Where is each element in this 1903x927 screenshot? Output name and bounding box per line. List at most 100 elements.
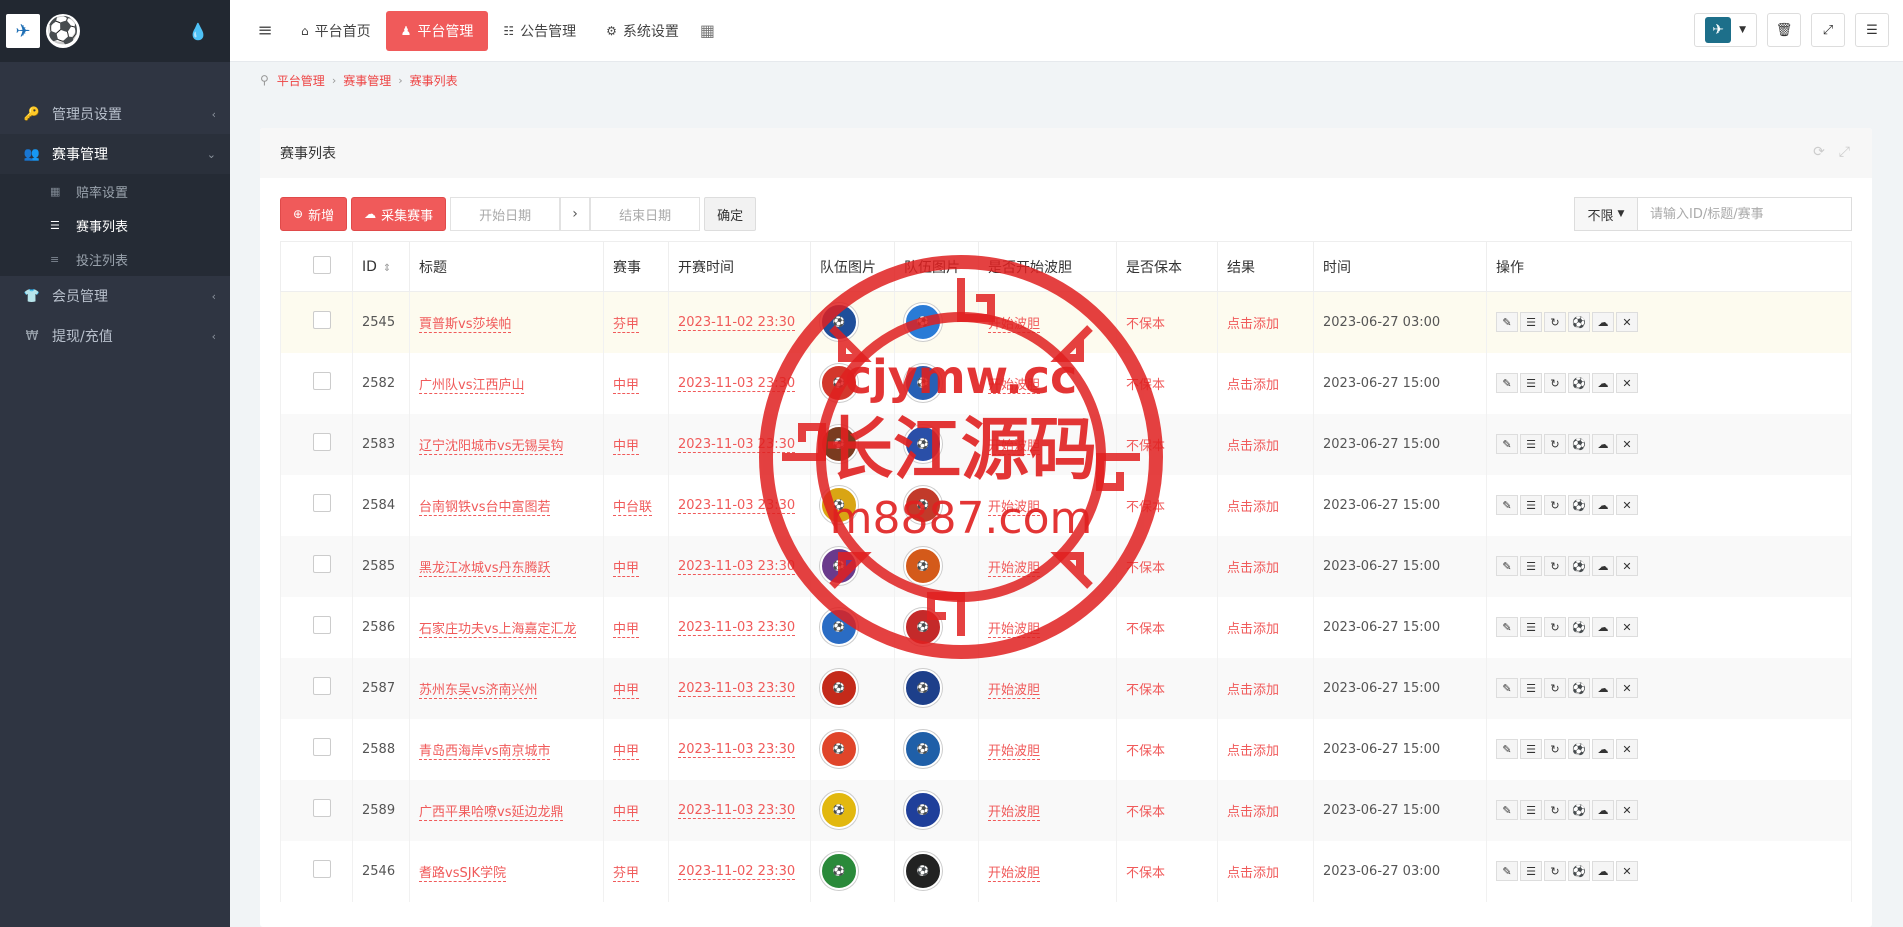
upload-button[interactable]: ☁: [1592, 861, 1614, 881]
details-button[interactable]: ☰: [1520, 495, 1542, 515]
row-checkbox[interactable]: [313, 555, 331, 573]
sidebar-item-withdraw-recharge[interactable]: ₩ 提现/充值 ‹: [0, 316, 230, 356]
user-menu-button[interactable]: ✈ ▼: [1694, 13, 1757, 47]
details-button[interactable]: ☰: [1520, 617, 1542, 637]
home-team-badge-icon[interactable]: ⚽: [820, 364, 858, 402]
upload-button[interactable]: ☁: [1592, 495, 1614, 515]
start-time-link[interactable]: 2023-11-02 23:30: [678, 863, 796, 880]
edit-button[interactable]: ✎: [1496, 434, 1518, 454]
league-link[interactable]: 中甲: [613, 377, 640, 394]
start-bodan-link[interactable]: 开始波胆: [988, 865, 1041, 882]
refresh-button[interactable]: ↻: [1544, 739, 1566, 759]
add-result-link[interactable]: 点击添加: [1227, 744, 1279, 759]
confirm-button[interactable]: 确定: [704, 197, 757, 231]
upload-button[interactable]: ☁: [1592, 434, 1614, 454]
breadcrumb-item[interactable]: 赛事列表: [410, 72, 458, 89]
odds-button[interactable]: ⚽: [1568, 556, 1590, 576]
match-title-link[interactable]: 广西平果哈嘹vs延边龙鼎: [419, 804, 564, 821]
add-result-link[interactable]: 点击添加: [1227, 317, 1279, 332]
refresh-button[interactable]: ↻: [1544, 556, 1566, 576]
away-team-badge-icon[interactable]: ⚽: [904, 791, 942, 829]
details-button[interactable]: ☰: [1520, 556, 1542, 576]
logo-icon[interactable]: ✈: [6, 14, 40, 48]
add-result-link[interactable]: 点击添加: [1227, 439, 1279, 454]
start-time-link[interactable]: 2023-11-03 23:30: [678, 619, 796, 636]
match-title-link[interactable]: 石家庄功夫vs上海嘉定汇龙: [419, 621, 577, 638]
details-button[interactable]: ☰: [1520, 861, 1542, 881]
league-link[interactable]: 中甲: [613, 743, 640, 760]
delete-button[interactable]: ✕: [1616, 739, 1638, 759]
details-button[interactable]: ☰: [1520, 678, 1542, 698]
refresh-button[interactable]: ↻: [1544, 800, 1566, 820]
sidebar-item-member-management[interactable]: 👕 会员管理 ‹: [0, 276, 230, 316]
start-date-input[interactable]: 开始日期: [450, 197, 561, 231]
sidebar-subitem-odds-settings[interactable]: ▦ 赔率设置: [0, 174, 230, 208]
match-title-link[interactable]: 广州队vs江西庐山: [419, 377, 525, 394]
details-button[interactable]: ☰: [1520, 800, 1542, 820]
match-title-link[interactable]: 黑龙江冰城vs丹东腾跃: [419, 560, 551, 577]
edit-button[interactable]: ✎: [1496, 800, 1518, 820]
delete-button[interactable]: ✕: [1616, 434, 1638, 454]
odds-button[interactable]: ⚽: [1568, 800, 1590, 820]
league-link[interactable]: 芬甲: [613, 865, 640, 882]
add-result-link[interactable]: 点击添加: [1227, 683, 1279, 698]
edit-button[interactable]: ✎: [1496, 678, 1518, 698]
start-time-link[interactable]: 2023-11-03 23:30: [678, 741, 796, 758]
odds-button[interactable]: ⚽: [1568, 739, 1590, 759]
filter-select[interactable]: 不限 ▼: [1574, 197, 1638, 231]
edit-button[interactable]: ✎: [1496, 373, 1518, 393]
edit-button[interactable]: ✎: [1496, 312, 1518, 333]
refresh-button[interactable]: ↻: [1544, 373, 1566, 393]
maximize-icon[interactable]: ⤢: [1839, 144, 1850, 160]
edit-button[interactable]: ✎: [1496, 739, 1518, 759]
end-date-input[interactable]: 结束日期: [590, 197, 701, 231]
column-header-id[interactable]: ID ⇕: [352, 241, 410, 292]
upload-button[interactable]: ☁: [1592, 739, 1614, 759]
upload-button[interactable]: ☁: [1592, 373, 1614, 393]
away-team-badge-icon[interactable]: ⚽: [904, 486, 942, 524]
details-button[interactable]: ☰: [1520, 373, 1542, 393]
start-bodan-link[interactable]: 开始波胆: [988, 560, 1041, 577]
breadcrumb-item[interactable]: 赛事管理: [343, 72, 391, 89]
home-team-badge-icon[interactable]: ⚽: [820, 730, 858, 768]
breadcrumb-item[interactable]: 平台管理: [277, 72, 325, 89]
match-title-link[interactable]: 耆路vsSJK学院: [419, 865, 507, 882]
start-time-link[interactable]: 2023-11-03 23:30: [678, 375, 796, 392]
odds-button[interactable]: ⚽: [1568, 617, 1590, 637]
start-bodan-link[interactable]: 开始波胆: [988, 804, 1041, 821]
upload-button[interactable]: ☁: [1592, 800, 1614, 820]
odds-button[interactable]: ⚽: [1568, 678, 1590, 698]
home-team-badge-icon[interactable]: ⚽: [820, 303, 858, 342]
delete-button[interactable]: ✕: [1616, 617, 1638, 637]
refresh-button[interactable]: ↻: [1544, 434, 1566, 454]
delete-button[interactable]: ✕: [1616, 495, 1638, 515]
trash-button[interactable]: 🗑: [1767, 13, 1801, 47]
start-time-link[interactable]: 2023-11-03 23:30: [678, 497, 796, 514]
settings-panel-button[interactable]: ☰: [1855, 13, 1889, 47]
start-bodan-link[interactable]: 开始波胆: [988, 316, 1041, 333]
row-checkbox[interactable]: [313, 860, 331, 878]
home-team-badge-icon[interactable]: ⚽: [820, 669, 858, 707]
row-checkbox[interactable]: [313, 311, 331, 330]
match-title-link[interactable]: 青岛西海岸vs南京城市: [419, 743, 551, 760]
upload-button[interactable]: ☁: [1592, 312, 1614, 333]
fullscreen-button[interactable]: ⤢: [1811, 13, 1845, 47]
away-team-badge-icon[interactable]: ⚽: [904, 303, 942, 342]
edit-button[interactable]: ✎: [1496, 861, 1518, 881]
home-team-badge-icon[interactable]: ⚽: [820, 791, 858, 829]
row-checkbox[interactable]: [313, 799, 331, 817]
tab-system-settings[interactable]: ⚙ 系统设置: [591, 11, 694, 51]
delete-button[interactable]: ✕: [1616, 373, 1638, 393]
odds-button[interactable]: ⚽: [1568, 861, 1590, 881]
start-time-link[interactable]: 2023-11-03 23:30: [678, 436, 796, 453]
odds-button[interactable]: ⚽: [1568, 373, 1590, 393]
away-team-badge-icon[interactable]: ⚽: [904, 425, 942, 463]
start-bodan-link[interactable]: 开始波胆: [988, 682, 1041, 699]
start-bodan-link[interactable]: 开始波胆: [988, 377, 1041, 394]
row-checkbox[interactable]: [313, 433, 331, 451]
start-time-link[interactable]: 2023-11-02 23:30: [678, 314, 796, 331]
add-result-link[interactable]: 点击添加: [1227, 378, 1279, 393]
league-link[interactable]: 中甲: [613, 804, 640, 821]
league-link[interactable]: 中甲: [613, 682, 640, 699]
add-result-link[interactable]: 点击添加: [1227, 805, 1279, 820]
